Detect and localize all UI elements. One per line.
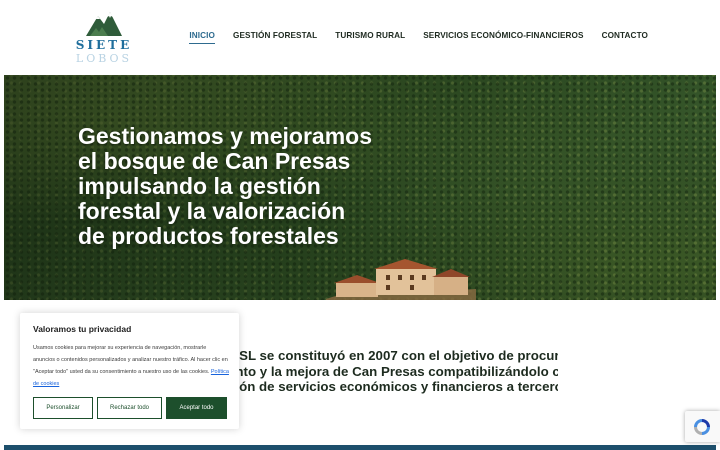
accept-all-button[interactable]: Aceptar todo [166,397,227,419]
wolf-mountain-logo-icon [86,12,122,36]
intro-text: s SL se constituyó en 2007 con el objeti… [228,348,558,395]
main-nav: INICIO GESTIÓN FORESTAL TURISMO RURAL SE… [189,31,648,44]
cookie-title: Valoramos tu privacidad [33,324,132,334]
site-header: SIETE LOBOS INICIO GESTIÓN FORESTAL TURI… [0,0,720,75]
logo-text-lobos: LOBOS [75,52,133,65]
nav-item-turismo-rural[interactable]: TURISMO RURAL [335,31,405,44]
intro-line: ento y la mejora de Can Presas compatibi… [228,363,558,379]
logo-text-siete: SIETE [75,38,133,52]
intro-line: ción de servicios económicos y financier… [228,379,558,394]
nav-item-inicio[interactable]: INICIO [189,31,215,44]
farmhouse-image [326,259,476,300]
nav-item-servicios[interactable]: SERVICIOS ECONÓMICO-FINANCIEROS [423,31,583,44]
recaptcha-icon [694,419,710,435]
cookie-body-text: Usamos cookies para mejorar su experienc… [33,345,228,375]
customize-button[interactable]: Personalizar [33,397,93,419]
reject-all-button[interactable]: Rechazar todo [97,397,162,419]
bottom-section-bar [4,445,716,450]
site-logo[interactable]: SIETE LOBOS [72,8,136,66]
hero-banner: Gestionamos y mejoramos el bosque de Can… [4,75,716,300]
nav-item-contacto[interactable]: CONTACTO [602,31,648,44]
cookie-consent-banner: Valoramos tu privacidad Usamos cookies p… [20,313,239,429]
recaptcha-badge[interactable] [685,411,720,442]
intro-line: s SL se constituyó en 2007 con el objeti… [228,348,558,363]
cookie-description: Usamos cookies para mejorar su experienc… [33,342,229,390]
hero-title: Gestionamos y mejoramos el bosque de Can… [78,123,372,249]
nav-item-gestion-forestal[interactable]: GESTIÓN FORESTAL [233,31,317,44]
